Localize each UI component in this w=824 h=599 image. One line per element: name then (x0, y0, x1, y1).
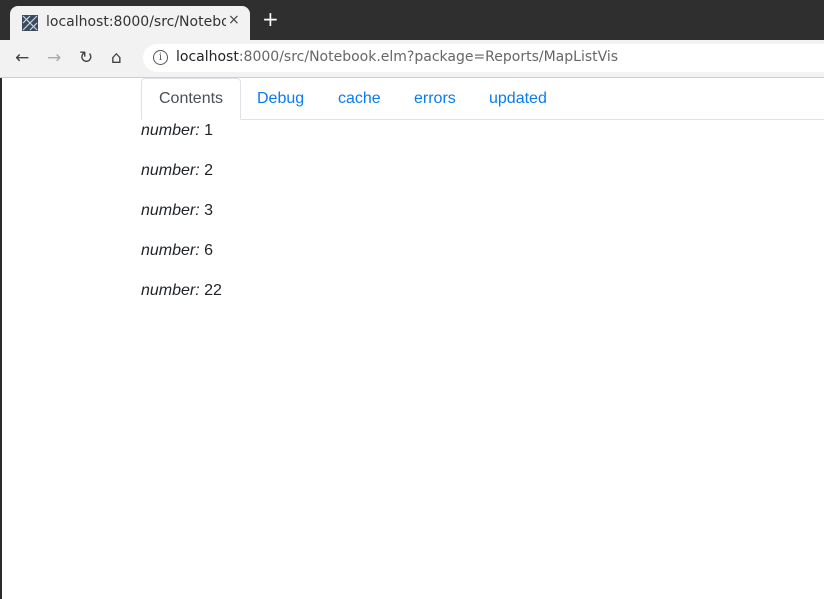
tab-contents[interactable]: Contents (141, 78, 242, 120)
content-list: number: 1 number: 2 number: 3 number: 6 … (141, 122, 222, 322)
tab-debug[interactable]: Debug (240, 78, 321, 119)
browser-tab[interactable]: localhost:8000/src/Notebook.elm?package=… (10, 6, 250, 40)
item-key: number: (141, 162, 200, 179)
list-item: number: 22 (141, 282, 222, 322)
reload-button[interactable]: ↻ (79, 48, 93, 68)
url-text[interactable]: localhost:8000/src/Notebook.elm?package=… (176, 49, 618, 65)
browser-toolbar: ← → ↻ ⌂ i localhost:8000/src/Notebook.el… (0, 40, 824, 78)
item-key: number: (141, 122, 200, 139)
item-value: 6 (204, 242, 214, 259)
favicon-icon (22, 15, 38, 31)
list-item: number: 6 (141, 242, 222, 282)
url-host: localhost (176, 49, 239, 65)
close-tab-icon[interactable]: × (228, 12, 240, 28)
item-key: number: (141, 202, 200, 219)
back-button[interactable]: ← (15, 48, 29, 68)
info-icon[interactable]: i (153, 50, 168, 65)
url-path: :8000/src/Notebook.elm?package=Reports/M… (238, 49, 619, 65)
list-item: number: 3 (141, 202, 222, 242)
address-bar[interactable]: i localhost:8000/src/Notebook.elm?packag… (143, 44, 824, 72)
list-item: number: 2 (141, 162, 222, 202)
item-value: 2 (204, 162, 214, 179)
item-value: 22 (204, 282, 222, 299)
page-viewport: Contents Debug cache errors updated numb… (2, 78, 824, 599)
browser-tabstrip: localhost:8000/src/Notebook.elm?package=… (0, 0, 824, 40)
list-item: number: 1 (141, 122, 222, 162)
forward-button[interactable]: → (47, 48, 61, 68)
tab-errors[interactable]: errors (397, 78, 473, 119)
item-value: 3 (204, 202, 214, 219)
item-value: 1 (204, 122, 214, 139)
new-tab-button[interactable]: + (262, 9, 279, 29)
item-key: number: (141, 242, 200, 259)
tab-updated[interactable]: updated (472, 78, 564, 119)
tab-title: localhost:8000/src/Notebook.elm?package=… (46, 14, 226, 30)
tab-cache[interactable]: cache (321, 78, 398, 119)
item-key: number: (141, 282, 200, 299)
home-button[interactable]: ⌂ (111, 48, 122, 68)
nav-tabs: Contents Debug cache errors updated (141, 78, 824, 120)
